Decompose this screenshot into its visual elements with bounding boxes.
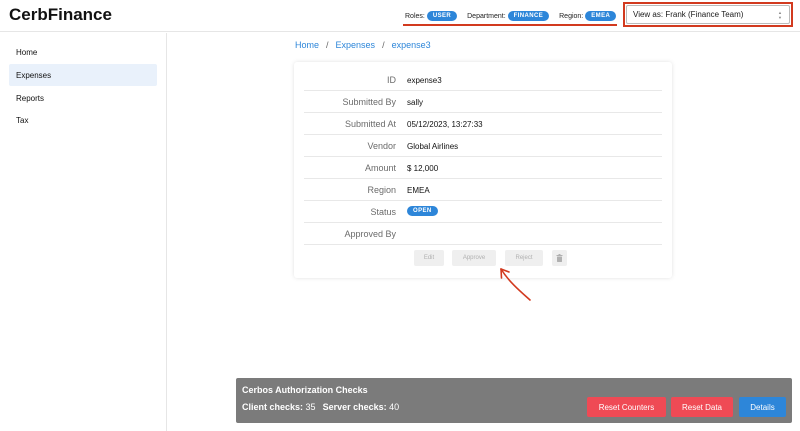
server-checks: Server checks: 40 [323,402,400,412]
reset-data-button[interactable]: Reset Data [671,397,733,417]
sidebar-item-label: Expenses [16,70,52,80]
page: CerbFinance Roles: USER Department: FINA… [0,0,800,431]
detail-key: Submitted At [344,119,396,129]
detail-key: Region [367,185,396,195]
sidebar-item-expenses[interactable]: Expenses [9,64,157,86]
roles-group: Roles: USER [405,11,458,21]
detail-value: sally [407,98,424,107]
server-checks-value: 40 [389,402,400,412]
reset-counters-button[interactable]: Reset Counters [587,397,666,417]
roles-label: Roles: [405,12,425,20]
cerbos-panel-title: Cerbos Authorization Checks [242,385,368,395]
status-badge: OPEN [407,206,438,216]
view-as-select[interactable]: View as: Frank (Finance Team) ▲ ▼ [626,5,790,24]
top-header: CerbFinance Roles: USER Department: FINA… [0,0,800,32]
region-label: Region: [559,12,584,20]
region-badge: EMEA [585,11,617,21]
annotation-arrow-icon [500,268,531,301]
detail-key: Amount [364,163,396,173]
detail-row-status: Status OPEN [304,201,662,223]
breadcrumb-separator: / [382,40,385,50]
detail-value: 05/12/2023, 13:27:33 [407,120,483,129]
detail-row-id: ID expense3 [304,69,662,91]
brand-logo[interactable]: CerbFinance [9,5,112,25]
detail-key: Approved By [344,229,396,239]
detail-row-submitted-at: Submitted At 05/12/2023, 13:27:33 [304,113,662,135]
sidebar-item-reports[interactable]: Reports [9,87,157,109]
select-chevron-icon: ▲ ▼ [778,10,782,20]
detail-key: Submitted By [342,97,396,107]
highlight-underline [403,24,617,26]
client-checks-label: Client checks: [242,402,304,412]
details-button[interactable]: Details [739,397,786,417]
region-group: Region: EMEA [559,11,617,21]
detail-value: EMEA [407,186,430,195]
detail-value: expense3 [407,76,442,85]
detail-row-approved-by: Approved By [304,223,662,245]
approve-button[interactable]: Approve [452,250,496,266]
breadcrumb-home-link[interactable]: Home [295,40,319,50]
department-group: Department: FINANCE [467,11,550,21]
view-as-value: View as: Frank (Finance Team) [633,10,744,19]
detail-key: ID [387,75,396,85]
sidebar-item-label: Reports [16,93,45,103]
sidebar-item-label: Tax [16,115,29,125]
edit-button[interactable]: Edit [414,250,444,266]
detail-row-amount: Amount $ 12,000 [304,157,662,179]
user-attributes: Roles: USER Department: FINANCE Region: … [405,9,617,23]
breadcrumb-separator: / [326,40,329,50]
breadcrumb-expenses-link[interactable]: Expenses [336,40,376,50]
cerbos-counters: Client checks: 35 Server checks: 40 [242,402,406,412]
detail-value: Global Airlines [407,142,459,151]
client-checks-value: 35 [305,402,316,412]
delete-button[interactable] [552,250,567,266]
department-badge: FINANCE [507,11,550,21]
detail-row-vendor: Vendor Global Airlines [304,135,662,157]
department-label: Department: [467,12,506,20]
detail-row-region: Region EMEA [304,179,662,201]
sidebar-item-home[interactable]: Home [9,41,157,63]
breadcrumb: Home / Expenses / expense3 [295,40,431,50]
sidebar: Home Expenses Reports Tax [0,33,167,431]
server-checks-label: Server checks: [322,402,387,412]
detail-row-submitted-by: Submitted By sally [304,91,662,113]
detail-key: Status [370,207,396,217]
expense-detail-card: ID expense3 Submitted By sally Submitted… [294,62,672,278]
detail-value: $ 12,000 [407,164,439,173]
breadcrumb-current: expense3 [391,40,431,50]
detail-key: Vendor [367,141,396,151]
sidebar-item-tax[interactable]: Tax [9,109,157,131]
trash-icon [556,254,563,262]
cerbos-checks-panel: Cerbos Authorization Checks Client check… [236,378,792,423]
client-checks: Client checks: 35 [242,402,316,412]
sidebar-item-label: Home [16,47,38,57]
roles-badge: USER [426,11,458,21]
